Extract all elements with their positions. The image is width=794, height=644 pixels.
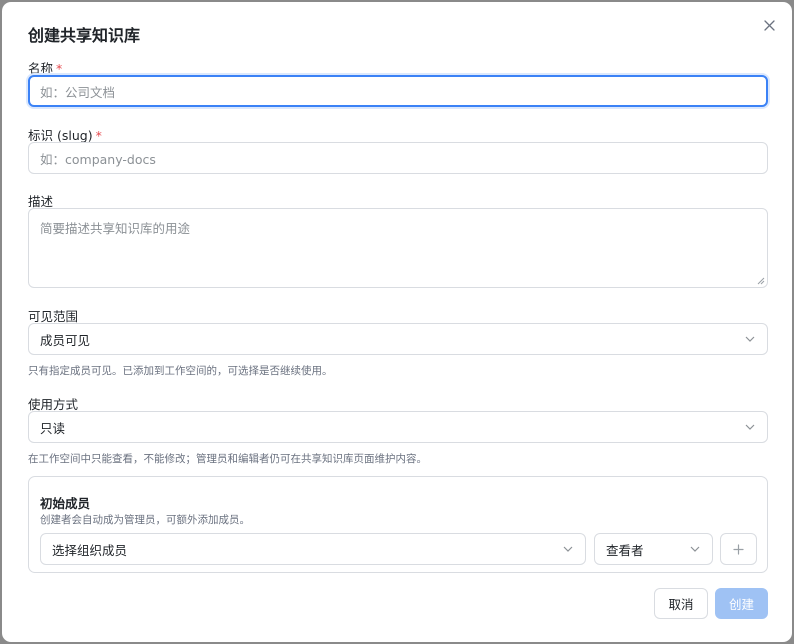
create-button[interactable]: 创建 [715,588,768,619]
dialog-title: 创建共享知识库 [28,26,141,45]
resize-handle-icon[interactable] [757,277,765,285]
chevron-down-icon [744,421,756,433]
description-placeholder: 简要描述共享知识库的用途 [40,221,191,236]
required-mark: * [95,128,102,143]
members-description: 创建者会自动成为管理员，可额外添加成员。 [40,514,250,526]
usage-help-text: 在工作空间中只能查看，不能修改；管理员和编辑者仍可在共享知识库页面维护内容。 [28,453,427,465]
name-input[interactable]: 如：公司文档 [28,75,768,107]
name-input-placeholder: 如：公司文档 [40,84,116,100]
member-select[interactable]: 选择组织成员 [40,533,586,565]
visibility-selected-value: 成员可见 [40,332,91,348]
required-mark: * [56,61,63,76]
visibility-help-text: 只有指定成员可见。已添加到工作空间的，可选择是否继续使用。 [28,365,333,377]
slug-input[interactable]: 如：company-docs [28,142,768,174]
create-knowledge-base-dialog: 创建共享知识库 名称 * 如：公司文档 标识 (slug) * 如：company-… [2,2,792,642]
chevron-down-icon [744,333,756,345]
initial-members-panel: 初始成员 创建者会自动成为管理员，可额外添加成员。 选择组织成员 查看者 [28,476,768,573]
close-icon [763,19,775,31]
role-select[interactable]: 查看者 [594,533,713,565]
visibility-select[interactable]: 成员可见 [28,323,768,355]
role-selected-value: 查看者 [606,542,644,558]
description-textarea[interactable]: 简要描述共享知识库的用途 [28,208,768,288]
members-title: 初始成员 [40,496,91,511]
close-button[interactable] [760,16,778,34]
chevron-down-icon [562,543,574,555]
member-select-placeholder: 选择组织成员 [52,542,128,558]
cancel-button[interactable]: 取消 [654,588,708,619]
usage-selected-value: 只读 [40,420,66,436]
usage-select[interactable]: 只读 [28,411,768,443]
chevron-down-icon [689,543,701,555]
slug-input-placeholder: 如：company-docs [40,151,156,167]
plus-icon [733,543,744,555]
add-member-button[interactable] [720,533,757,565]
name-label-text: 名称 [28,61,54,76]
slug-label-text: 标识 (slug) [28,128,93,143]
